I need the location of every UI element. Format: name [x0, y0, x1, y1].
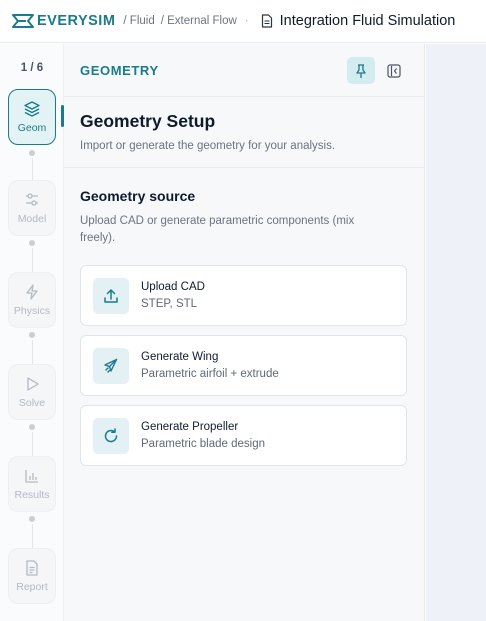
- step-connector-line: [31, 158, 33, 180]
- step-solve[interactable]: Solve: [8, 364, 56, 420]
- generate-wing-title: Generate Wing: [141, 351, 219, 363]
- step-results-label: Results: [14, 489, 50, 501]
- setup-subtitle: Import or generate the geometry for your…: [80, 140, 336, 152]
- generate-propeller-title: Generate Propeller: [141, 421, 239, 433]
- sliders-icon: [26, 193, 38, 206]
- panel-header: GEOMETRY: [64, 44, 424, 97]
- step-counter: 1 / 6: [20, 62, 44, 74]
- geometry-panel: GEOMETRY Geometry Setup Import or genera…: [64, 44, 425, 621]
- step-results[interactable]: Results: [8, 456, 56, 512]
- logo-text: EVERYSIM: [37, 13, 116, 29]
- generate-propeller-subtitle: Parametric blade design: [141, 438, 266, 450]
- breadcrumb-external-flow[interactable]: / External Flow: [161, 15, 237, 27]
- step-report[interactable]: Report: [8, 548, 56, 604]
- step-connector-line: [31, 340, 33, 364]
- breadcrumb-separator: ·: [244, 15, 249, 27]
- bar-chart-icon: [25, 470, 38, 483]
- document-icon: [261, 14, 272, 28]
- layers-icon: [24, 101, 40, 117]
- generate-propeller-card[interactable]: Generate Propeller Parametric blade desi…: [80, 405, 407, 466]
- step-physics[interactable]: Physics: [8, 272, 56, 328]
- workflow-step-rail: 1 / 6 Geom Model Physics Solve Results R…: [0, 44, 64, 621]
- rotate-icon-box: [93, 417, 129, 454]
- step-model-label: Model: [17, 213, 47, 225]
- pin-panel-button[interactable]: [347, 57, 375, 84]
- source-title: Geometry source: [80, 188, 196, 204]
- upload-cad-card[interactable]: Upload CAD STEP, STL: [80, 265, 407, 326]
- collapse-panel-icon: [387, 63, 401, 78]
- step-geom[interactable]: Geom: [8, 89, 56, 145]
- geometry-source-section: Geometry source Upload CAD or generate p…: [64, 168, 424, 466]
- top-bar: EVERYSIM / Fluid / External Flow · Integ…: [0, 0, 486, 43]
- report-icon: [26, 560, 38, 576]
- generate-wing-subtitle: Parametric airfoil + extrude: [141, 368, 279, 380]
- breadcrumb-fluid[interactable]: / Fluid: [123, 15, 154, 27]
- everysim-logo[interactable]: EVERYSIM: [12, 13, 115, 29]
- step-connector-line: [31, 432, 33, 456]
- logo-mark-icon: [12, 14, 34, 28]
- document-title-text: Integration Fluid Simulation: [279, 13, 456, 29]
- step-connector-dot: [29, 424, 35, 430]
- step-report-label: Report: [16, 581, 48, 593]
- step-connector-dot: [29, 332, 35, 338]
- pin-icon: [356, 63, 366, 78]
- step-connector-dot: [29, 150, 35, 156]
- step-solve-label: Solve: [18, 397, 46, 409]
- upload-icon-box: [93, 277, 129, 314]
- step-geom-label: Geom: [17, 122, 47, 134]
- rotate-icon: [104, 427, 118, 442]
- plane-icon-box: [93, 347, 129, 384]
- step-connector-line: [31, 524, 33, 548]
- upload-icon: [104, 288, 118, 303]
- lightning-icon: [26, 284, 38, 300]
- step-physics-label: Physics: [13, 305, 51, 317]
- upload-cad-title: Upload CAD: [141, 281, 205, 293]
- generate-wing-card[interactable]: Generate Wing Parametric airfoil + extru…: [80, 335, 407, 396]
- setup-title: Geometry Setup: [80, 111, 216, 131]
- collapse-panel-button[interactable]: [383, 57, 405, 84]
- geometry-setup-section: Geometry Setup Import or generate the ge…: [64, 97, 424, 168]
- source-subtitle: Upload CAD or generate parametric compon…: [80, 215, 355, 244]
- step-connector-line: [31, 248, 33, 272]
- upload-cad-subtitle: STEP, STL: [141, 298, 198, 310]
- play-icon: [27, 377, 39, 391]
- plane-icon: [104, 358, 118, 373]
- step-model[interactable]: Model: [8, 180, 56, 236]
- step-connector-dot: [29, 240, 35, 246]
- viewport-area[interactable]: [426, 44, 486, 621]
- panel-header-title: GEOMETRY: [80, 62, 159, 78]
- step-connector-dot: [29, 516, 35, 522]
- document-title: Integration Fluid Simulation: [261, 13, 456, 29]
